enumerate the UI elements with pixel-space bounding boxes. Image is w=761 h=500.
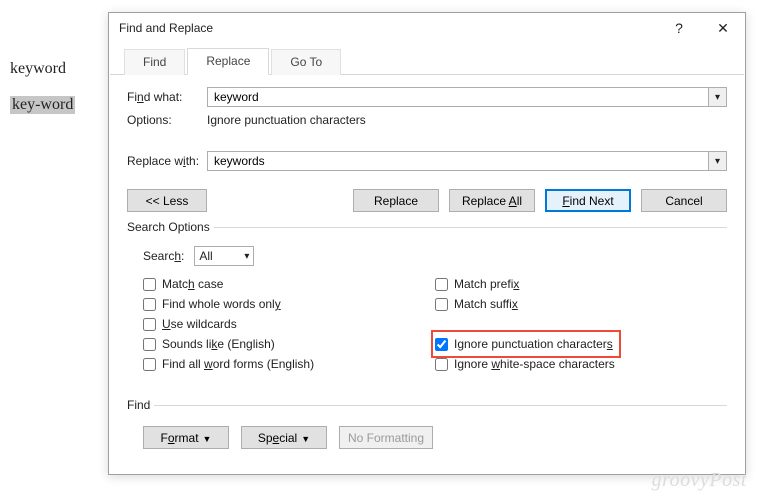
- whole-words-input[interactable]: [143, 298, 156, 311]
- cancel-button[interactable]: Cancel: [641, 189, 727, 212]
- replace-all-button[interactable]: Replace All: [449, 189, 535, 212]
- no-formatting-button: No Formatting: [339, 426, 433, 449]
- tab-goto-label: Go To: [290, 55, 322, 69]
- search-options-group: Search Options Search: All ▾ Match case …: [127, 220, 727, 374]
- help-button[interactable]: ?: [657, 13, 701, 43]
- find-replace-dialog: Find and Replace ? ✕ Find Replace Go To …: [108, 12, 746, 475]
- document-word-2-selected: key-word: [10, 96, 75, 114]
- tab-find-label: Find: [143, 55, 166, 69]
- sounds-like-input[interactable]: [143, 338, 156, 351]
- caret-down-icon: ▼: [203, 434, 212, 444]
- search-options-legend: Search Options: [127, 220, 214, 234]
- tab-replace-label: Replace: [206, 54, 250, 68]
- find-what-label: Find what:: [127, 90, 207, 104]
- ignore-whitespace-input[interactable]: [435, 358, 448, 371]
- match-case-input[interactable]: [143, 278, 156, 291]
- find-what-input[interactable]: [208, 88, 708, 106]
- special-button[interactable]: Special▼: [241, 426, 327, 449]
- dialog-title: Find and Replace: [119, 21, 657, 35]
- find-legend: Find: [127, 398, 154, 412]
- match-suffix-checkbox[interactable]: Match suffix: [435, 294, 727, 314]
- highlight-box: Ignore punctuation characters: [431, 330, 621, 358]
- format-button[interactable]: Format▼: [143, 426, 229, 449]
- ignore-punctuation-input[interactable]: [435, 338, 448, 351]
- whole-words-checkbox[interactable]: Find whole words only: [143, 294, 435, 314]
- tab-goto[interactable]: Go To: [271, 49, 341, 75]
- match-suffix-input[interactable]: [435, 298, 448, 311]
- search-direction-value: All: [199, 249, 212, 263]
- titlebar: Find and Replace ? ✕: [109, 13, 745, 43]
- close-button[interactable]: ✕: [701, 13, 745, 43]
- caret-down-icon: ▼: [301, 434, 310, 444]
- wildcards-input[interactable]: [143, 318, 156, 331]
- replace-with-input[interactable]: [208, 152, 708, 170]
- options-value: Ignore punctuation characters: [207, 113, 366, 127]
- search-direction-select[interactable]: All ▾: [194, 246, 254, 266]
- word-forms-checkbox[interactable]: Find all word forms (English): [143, 354, 435, 374]
- find-what-dropdown-icon[interactable]: ▾: [708, 88, 726, 106]
- replace-with-combo[interactable]: ▾: [207, 151, 727, 171]
- replace-button[interactable]: Replace: [353, 189, 439, 212]
- find-group: Find Format▼ Special▼ No Formatting: [127, 398, 727, 449]
- sounds-like-checkbox[interactable]: Sounds like (English): [143, 334, 435, 354]
- options-label: Options:: [127, 113, 207, 127]
- match-prefix-checkbox[interactable]: Match prefix: [435, 274, 727, 294]
- find-next-button[interactable]: Find Next: [545, 189, 631, 212]
- less-button[interactable]: << Less: [127, 189, 207, 212]
- tabs: Find Replace Go To: [110, 43, 744, 75]
- chevron-down-icon: ▾: [244, 251, 249, 262]
- ignore-whitespace-checkbox[interactable]: Ignore white-space characters: [435, 354, 727, 374]
- ignore-punctuation-checkbox[interactable]: Ignore punctuation characters: [435, 334, 613, 354]
- match-case-checkbox[interactable]: Match case: [143, 274, 435, 294]
- replace-with-label: Replace with:: [127, 154, 207, 168]
- word-forms-input[interactable]: [143, 358, 156, 371]
- tab-replace[interactable]: Replace: [187, 48, 269, 75]
- find-what-combo[interactable]: ▾: [207, 87, 727, 107]
- search-direction-label: Search:: [143, 249, 184, 263]
- document-word-1: keyword: [10, 60, 75, 78]
- match-prefix-input[interactable]: [435, 278, 448, 291]
- tab-find[interactable]: Find: [124, 49, 185, 75]
- wildcards-checkbox[interactable]: Use wildcards: [143, 314, 435, 334]
- replace-with-dropdown-icon[interactable]: ▾: [708, 152, 726, 170]
